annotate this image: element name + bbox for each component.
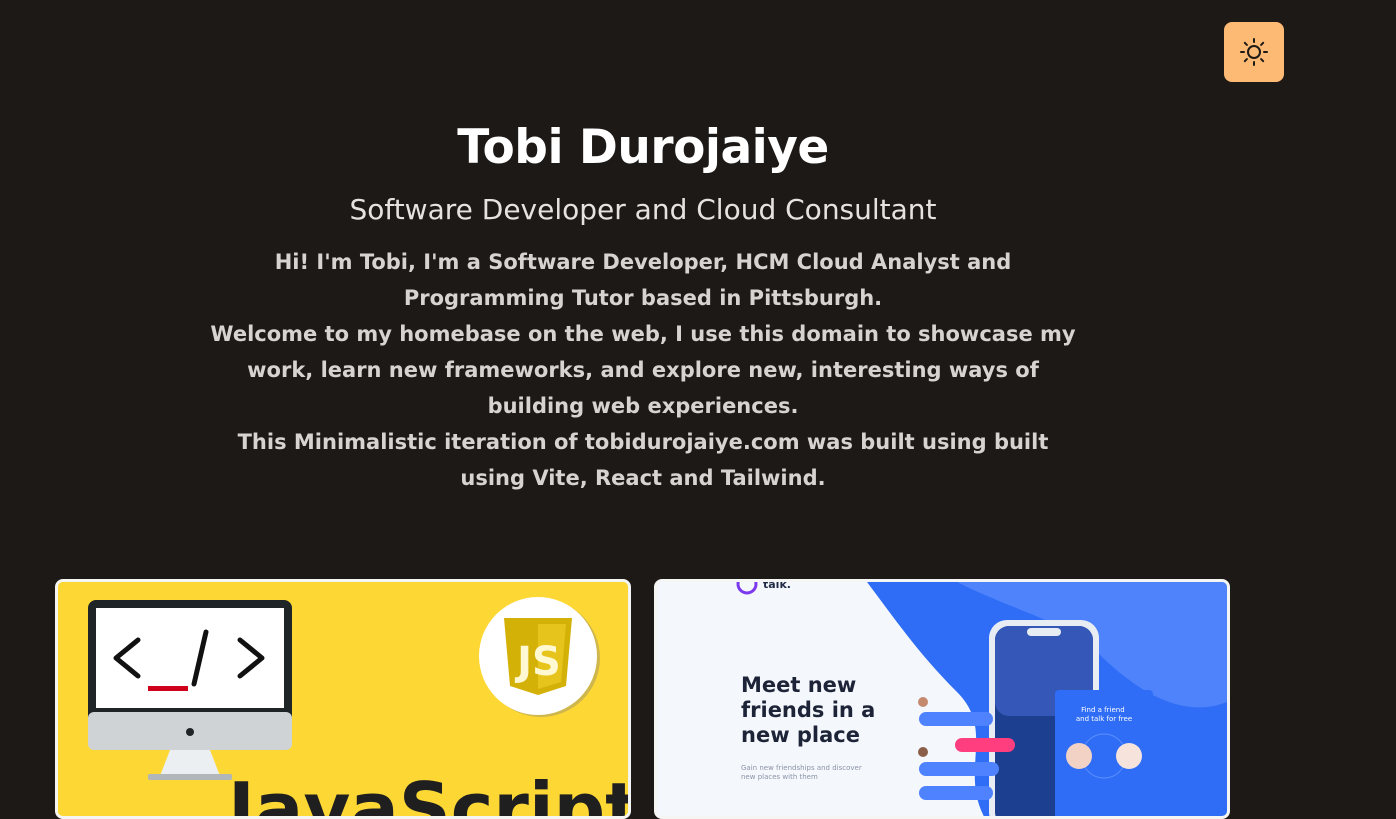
tagline: Software Developer and Cloud Consultant [349, 193, 937, 226]
sun-icon [1240, 38, 1268, 66]
project-card-talk-app[interactable]: talk. Meet new friends in a new place Ga… [654, 579, 1230, 819]
bio-paragraph: Hi! I'm Tobi, I'm a Software Developer, … [274, 250, 1012, 310]
find-friend-card: Find a friend and talk for free [1055, 690, 1153, 816]
talk-app-thumbnail: talk. Meet new friends in a new place Ga… [657, 582, 1227, 816]
project-card-javascript[interactable]: JS JavaScript [55, 579, 631, 819]
page-title: Tobi Durojaiye [457, 120, 829, 175]
javascript-thumbnail: JS JavaScript [58, 582, 628, 819]
talk-logo-text: talk. [763, 582, 791, 591]
bio-paragraph: Welcome to my homebase on the web, I use… [210, 322, 1076, 418]
thumbnail-title: JavaScript [223, 767, 628, 819]
theme-toggle-button[interactable] [1224, 22, 1284, 82]
bio-paragraph: This Minimalistic iteration of tobiduroj… [237, 430, 1049, 490]
hero-section: Tobi Durojaiye Software Developer and Cl… [0, 118, 1286, 496]
project-grid: JS JavaScript talk. Meet new friends in … [55, 579, 1231, 819]
find-friend-title: Find a friend and talk for free [1076, 706, 1132, 723]
js-badge-label: JS [514, 639, 561, 685]
bio: Hi! I'm Tobi, I'm a Software Developer, … [203, 244, 1083, 496]
